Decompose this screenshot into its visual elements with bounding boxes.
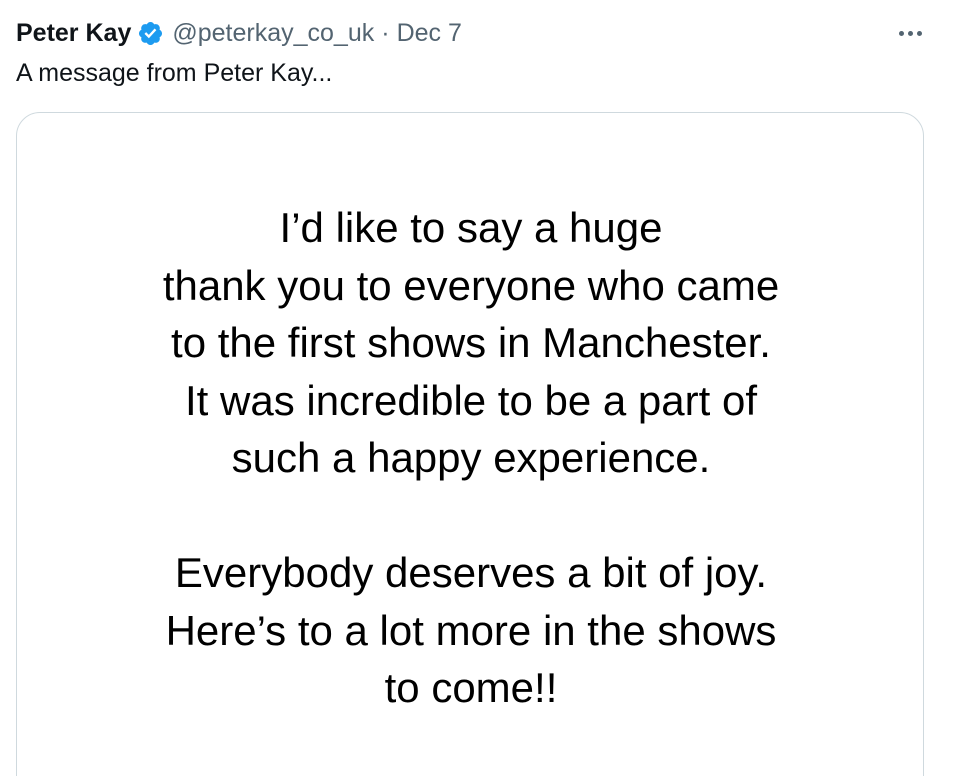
message-line: thank you to everyone who came [162,261,780,309]
verified-badge-icon [137,20,164,47]
message-line: to come!! [384,664,558,711]
separator-dot: · [381,19,390,47]
display-name[interactable]: Peter Kay [16,16,131,50]
more-dot [907,30,913,36]
message-line: It was incredible to be a part of [185,376,757,424]
tweet: Peter Kay @peterkay_co_uk · Dec 7 A mess… [0,0,966,776]
tweet-header: Peter Kay @peterkay_co_uk · Dec 7 [16,16,462,50]
user-handle[interactable]: @peterkay_co_uk [172,16,374,50]
message-line: to the first shows in Manchester. [171,319,771,366]
tweet-text: A message from Peter Kay... [16,59,333,87]
media-image-card[interactable]: I’d like to say a huge thank you to ever… [16,112,924,776]
message-line: Here’s to a lot more in the shows [165,606,777,654]
message-line: Everybody deserves a bit of joy. [174,549,768,596]
message-line: such a happy experience. [231,434,711,481]
more-dot [898,30,904,36]
message-line: I’d like to say a huge [279,204,663,251]
media-message: I’d like to say a huge thank you to ever… [17,199,923,717]
more-options-icon[interactable] [892,22,928,44]
more-dot [916,30,922,36]
tweet-date[interactable]: Dec 7 [397,16,462,50]
